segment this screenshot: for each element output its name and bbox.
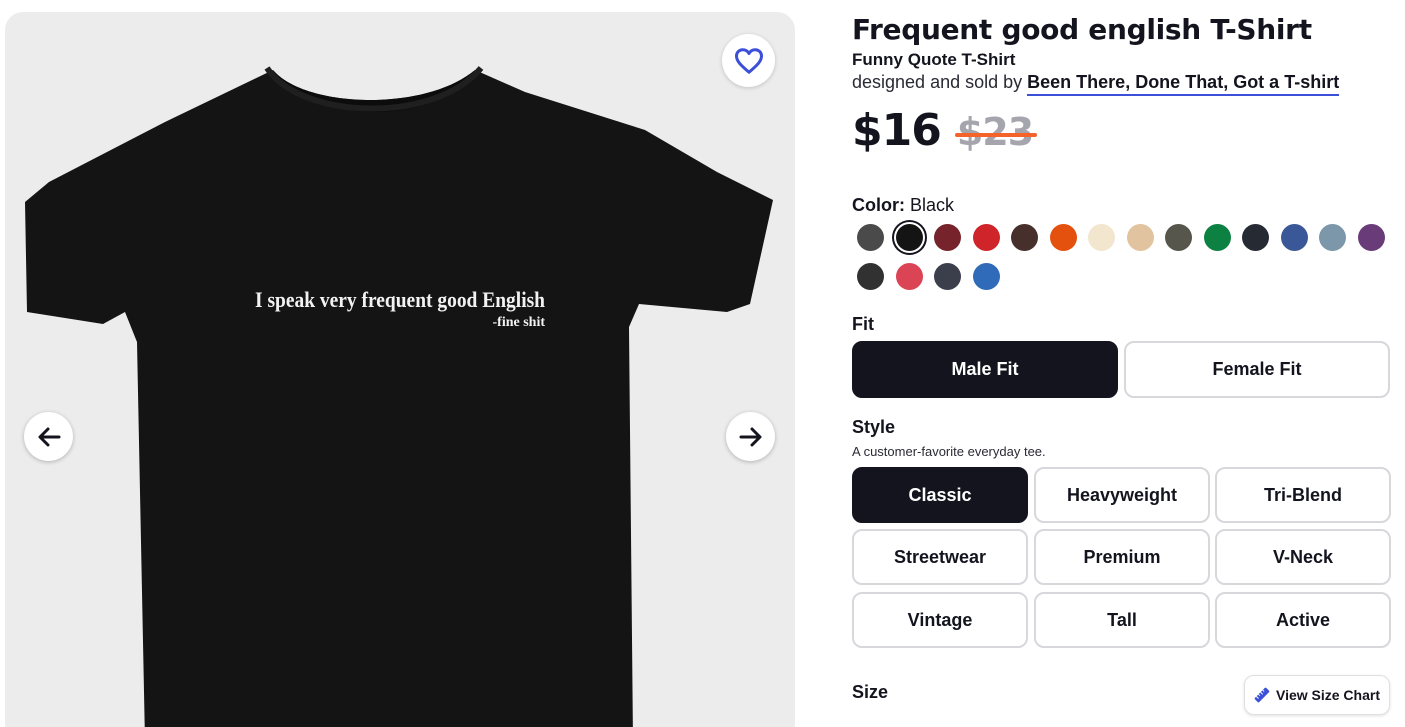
- color-swatch[interactable]: [973, 224, 1000, 251]
- tshirt-body: [25, 70, 773, 727]
- product-title: Frequent good english T-Shirt: [852, 13, 1312, 46]
- ruler-icon: [1254, 687, 1270, 703]
- color-swatch[interactable]: [934, 224, 961, 251]
- fit-label: Fit: [852, 314, 874, 334]
- color-swatch[interactable]: [1281, 224, 1308, 251]
- selected-color-name: Black: [910, 195, 955, 215]
- product-gallery: I speak very frequent good English -fine…: [5, 12, 795, 727]
- color-label-title: Color:: [852, 195, 905, 215]
- previous-image-button[interactable]: [24, 412, 73, 461]
- product-details: Frequent good english T-Shirt Funny Quot…: [852, 12, 1392, 715]
- style-option-button[interactable]: Classic: [852, 467, 1028, 523]
- color-swatch[interactable]: [1127, 224, 1154, 251]
- current-price: $16: [852, 105, 942, 156]
- price-row: $16 $23: [852, 105, 1392, 156]
- style-description: A customer-favorite everyday tee.: [852, 444, 1046, 459]
- color-swatch[interactable]: [1242, 224, 1269, 251]
- arrow-right-icon: [739, 427, 761, 446]
- view-size-chart-button[interactable]: View Size Chart: [1244, 675, 1390, 715]
- product-image: I speak very frequent good English -fine…: [25, 66, 773, 727]
- style-option-button[interactable]: Active: [1215, 592, 1391, 648]
- style-option-button[interactable]: Heavyweight: [1034, 467, 1210, 523]
- color-swatch[interactable]: [857, 224, 884, 251]
- color-swatch[interactable]: [896, 224, 923, 251]
- color-swatch[interactable]: [857, 263, 884, 290]
- style-option-button[interactable]: Premium: [1034, 529, 1210, 585]
- color-swatch[interactable]: [1050, 224, 1077, 251]
- color-swatch[interactable]: [1011, 224, 1038, 251]
- designer-byline: designed and sold by Been There, Done Th…: [852, 72, 1392, 96]
- style-option-button[interactable]: V-Neck: [1215, 529, 1391, 585]
- next-image-button[interactable]: [726, 412, 775, 461]
- heart-icon: [734, 47, 763, 74]
- arrow-left-icon: [38, 427, 60, 446]
- original-price: $23: [954, 110, 1038, 154]
- color-label: Color: Black: [852, 195, 954, 216]
- style-option-button[interactable]: Streetwear: [852, 529, 1028, 585]
- style-option-button[interactable]: Vintage: [852, 592, 1028, 648]
- color-swatch[interactable]: [934, 263, 961, 290]
- fit-option-button[interactable]: Female Fit: [1124, 341, 1390, 398]
- size-label: Size: [852, 682, 889, 702]
- artist-link[interactable]: Been There, Done That, Got a T-shirt: [1027, 72, 1340, 96]
- favorite-button[interactable]: [722, 34, 775, 87]
- print-line-1: I speak very frequent good English: [255, 287, 545, 312]
- style-option-button[interactable]: Tri-Blend: [1215, 467, 1391, 523]
- color-swatch[interactable]: [1088, 224, 1115, 251]
- print-line-2: -fine shit: [493, 315, 546, 330]
- color-swatch[interactable]: [896, 263, 923, 290]
- color-swatch[interactable]: [1165, 224, 1192, 251]
- fit-option-button[interactable]: Male Fit: [852, 341, 1118, 398]
- style-option-button[interactable]: Tall: [1034, 592, 1210, 648]
- style-label: Style: [852, 417, 896, 437]
- byline-prefix: designed and sold by: [852, 72, 1023, 92]
- color-swatch[interactable]: [1358, 224, 1385, 251]
- view-size-chart-label: View Size Chart: [1275, 687, 1380, 703]
- color-swatch[interactable]: [1204, 224, 1231, 251]
- color-swatch[interactable]: [973, 263, 1000, 290]
- product-type: Funny Quote T-Shirt: [852, 50, 1016, 69]
- color-swatch[interactable]: [1319, 224, 1346, 251]
